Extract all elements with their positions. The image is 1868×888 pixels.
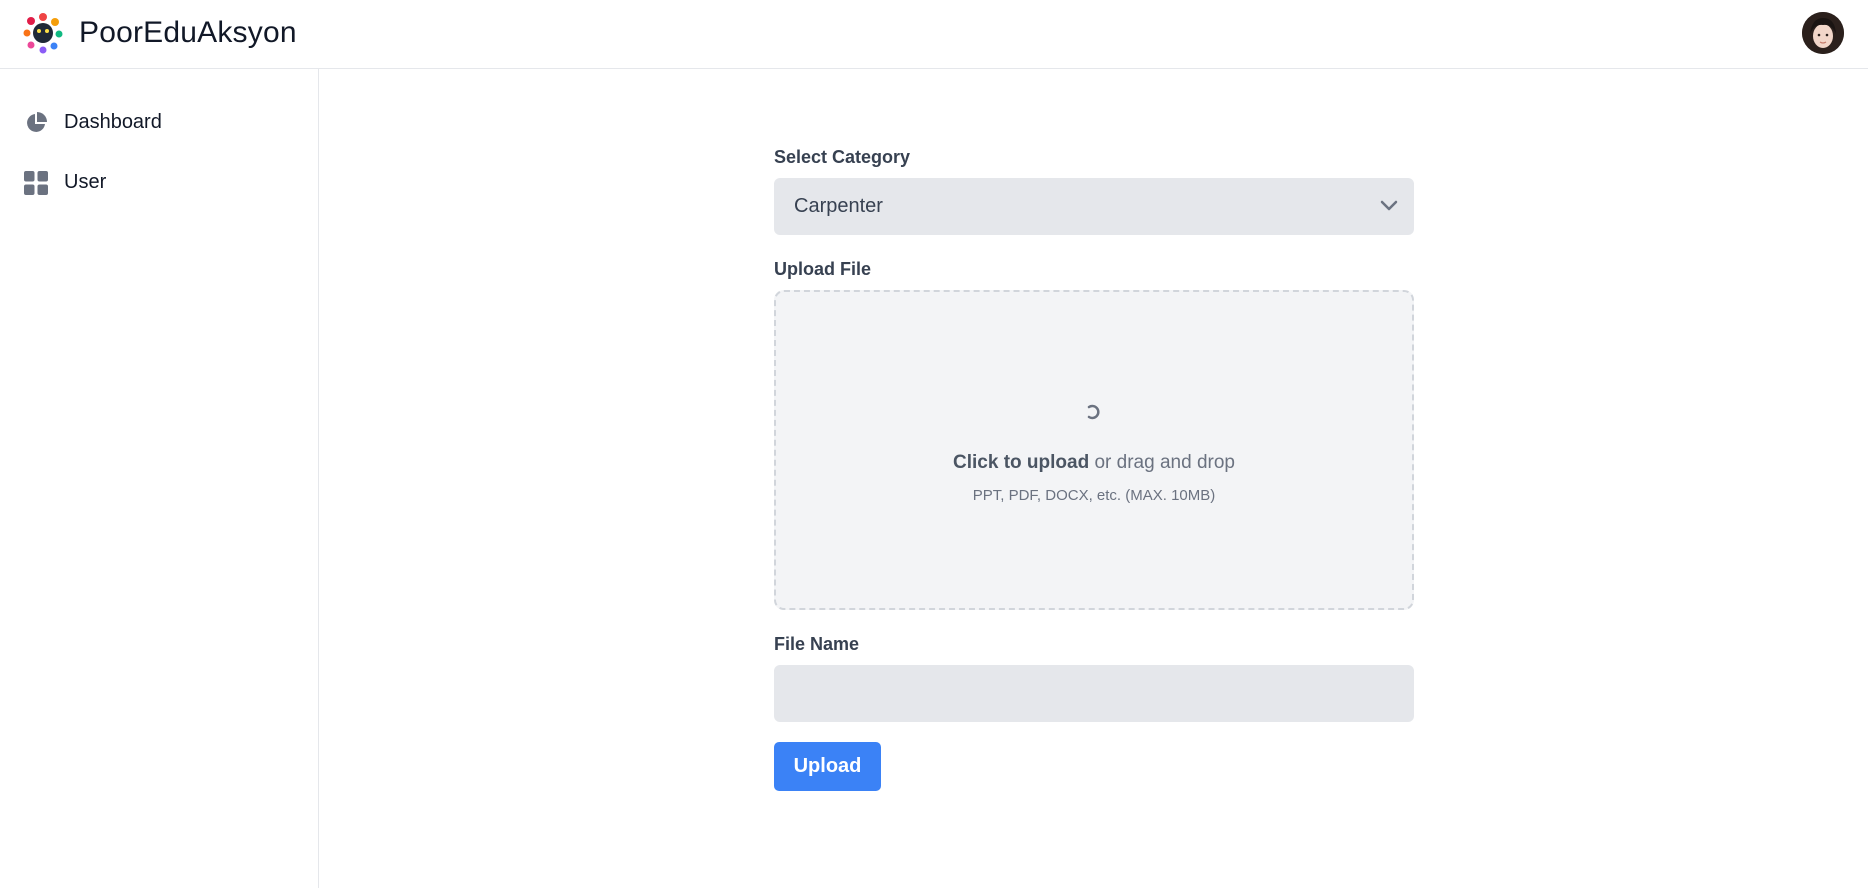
- dropzone-instructions: Click to upload or drag and drop: [776, 452, 1412, 474]
- avatar-image: [1802, 12, 1844, 54]
- pie-chart-icon: [27, 112, 47, 132]
- sidebar-item-label: Dashboard: [64, 111, 162, 133]
- filename-input[interactable]: [774, 665, 1414, 722]
- main-content: Select Category Carpenter Upload File Cl…: [320, 69, 1868, 888]
- user-avatar[interactable]: [1802, 12, 1844, 54]
- dropzone-hint: PPT, PDF, DOCX, etc. (MAX. 10MB): [972, 487, 1216, 504]
- logo-icon[interactable]: [22, 12, 64, 54]
- sidebar: Dashboard User: [0, 69, 319, 888]
- grid-icon: [24, 171, 48, 195]
- click-to-upload-text: Click to upload: [953, 452, 1090, 473]
- file-dropzone[interactable]: Click to upload or drag and drop PPT, PD…: [774, 290, 1414, 610]
- sidebar-item-user[interactable]: User: [12, 159, 307, 207]
- top-bar: PoorEduAksyon: [0, 0, 1868, 69]
- sidebar-item-label: User: [64, 171, 107, 193]
- loading-spinner-icon: [1087, 404, 1100, 420]
- filename-label: File Name: [774, 634, 860, 654]
- upload-button[interactable]: Upload: [774, 742, 881, 791]
- drag-and-drop-text: or drag and drop: [1089, 452, 1235, 473]
- sidebar-item-dashboard[interactable]: Dashboard: [12, 99, 307, 147]
- category-select[interactable]: Carpenter: [774, 178, 1414, 235]
- category-selected-value: Carpenter: [794, 195, 883, 217]
- upload-label: Upload File: [774, 259, 872, 279]
- chevron-down-icon: [1380, 200, 1398, 211]
- brand-title: PoorEduAksyon: [79, 16, 297, 49]
- category-label: Select Category: [774, 147, 911, 167]
